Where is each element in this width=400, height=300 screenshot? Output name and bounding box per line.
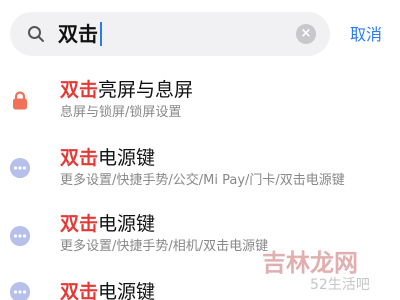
- result-title-rest: 电源键: [98, 281, 156, 300]
- result-path: 更多设置/快捷手势/相机/双击电源键: [60, 239, 269, 254]
- search-field[interactable]: 双击 ×: [10, 12, 330, 56]
- lock-icon: [13, 91, 27, 110]
- text-caret: [100, 22, 102, 46]
- search-result-item[interactable]: 双击电源键 更多设置/快捷手势/公交/Mi Pay/门卡/双击电源键: [0, 136, 400, 202]
- search-result-item[interactable]: 双击亮屏与息屏 息屏与锁屏/锁屏设置: [0, 66, 400, 132]
- result-title-rest: 电源键: [98, 147, 156, 169]
- more-dots-icon: [10, 226, 30, 246]
- search-bar: 双击 × 取消: [0, 0, 400, 66]
- search-icon: [28, 26, 44, 42]
- search-query: 双击: [58, 22, 98, 46]
- result-title: 双击电源键: [60, 212, 155, 236]
- search-input[interactable]: 双击: [58, 20, 102, 48]
- result-path: 息屏与锁屏/锁屏设置: [60, 105, 182, 120]
- clear-search-button[interactable]: ×: [296, 24, 316, 44]
- settings-search-screen: 双击 × 取消 双击亮屏与息屏 息屏与锁屏/锁屏设置 双击电源键 更多设置/快捷…: [0, 0, 400, 300]
- result-title-highlight: 双击: [60, 213, 99, 235]
- result-title: 双击电源键: [60, 146, 155, 170]
- result-title-rest: 亮屏与息屏: [98, 79, 194, 101]
- search-result-item[interactable]: 双击电源键 更多设置/快捷手势/相机/双击电源键: [0, 202, 400, 268]
- result-title-rest: 电源键: [98, 213, 156, 235]
- result-title: 双击电源键: [60, 280, 155, 300]
- result-title: 双击亮屏与息屏: [60, 78, 193, 102]
- search-result-item[interactable]: 双击电源键: [0, 268, 400, 300]
- result-title-highlight: 双击: [60, 281, 99, 300]
- result-title-highlight: 双击: [60, 79, 99, 101]
- more-dots-icon: [10, 282, 30, 300]
- cancel-button[interactable]: 取消: [350, 24, 382, 46]
- result-title-highlight: 双击: [60, 147, 99, 169]
- more-dots-icon: [10, 158, 30, 178]
- result-path: 更多设置/快捷手势/公交/Mi Pay/门卡/双击电源键: [60, 173, 345, 188]
